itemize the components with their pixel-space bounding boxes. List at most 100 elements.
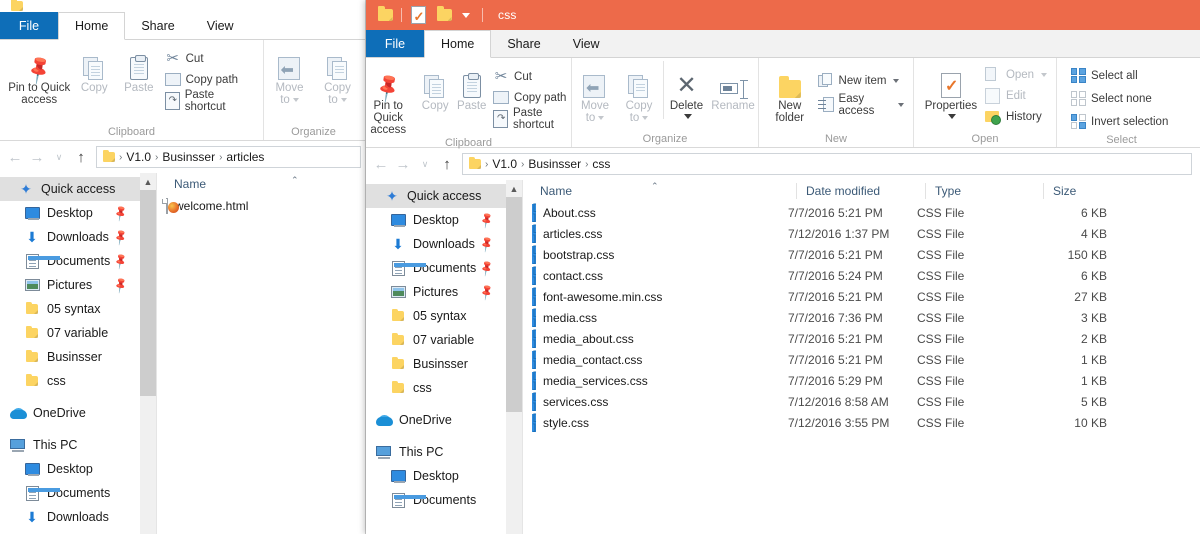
back-sidebar-item-desktop[interactable]: Desktop📌 — [0, 201, 156, 225]
tab-view[interactable]: View — [191, 12, 250, 39]
file-name-cell[interactable]: [ ]media_contact.css — [523, 353, 788, 367]
file-name-cell[interactable]: [ ]media_about.css — [523, 332, 788, 346]
chevron-down-icon[interactable] — [948, 114, 956, 119]
edit-button[interactable]: Edit — [982, 85, 1050, 106]
copy-to-button[interactable]: Copy to — [314, 43, 362, 106]
back-sidebar-item-desktop[interactable]: Desktop — [0, 457, 156, 481]
explorer-window-css[interactable]: ✓ css File Home Share View 📌 — [366, 0, 1200, 534]
back-sidebar-item-businsser[interactable]: Businsser — [0, 345, 156, 369]
front-ribbon[interactable]: 📌 Pin to Quick access Copy — [366, 58, 1200, 148]
scrollbar-thumb[interactable] — [140, 190, 156, 396]
breadcrumb-item-0[interactable]: V1.0 — [126, 150, 151, 164]
file-name-cell[interactable]: [ ]font-awesome.min.css — [523, 290, 788, 304]
back-sidebar-item-css[interactable]: css — [0, 369, 156, 393]
breadcrumb-item-0[interactable]: V1.0 — [492, 157, 517, 171]
chevron-down-icon[interactable] — [1041, 73, 1047, 77]
pin-icon[interactable]: 📌 — [112, 228, 131, 247]
open-button[interactable]: Open — [982, 64, 1050, 85]
tab-share[interactable]: Share — [125, 12, 190, 39]
back-sidebar-item-pictures[interactable]: Pictures📌 — [0, 273, 156, 297]
front-sidebar-item-quick-access[interactable]: ✦Quick access — [366, 184, 522, 208]
front-sidebar-item-css[interactable]: css — [366, 376, 522, 400]
chevron-down-icon[interactable] — [893, 79, 899, 83]
copy-button[interactable]: Copy — [72, 43, 116, 94]
table-row[interactable]: welcome.html — [157, 195, 365, 216]
nav-scrollbar[interactable]: ▲ — [506, 180, 522, 534]
front-quick-access-toolbar[interactable]: ✓ — [374, 4, 488, 26]
back-sidebar-item-downloads[interactable]: ⬇Downloads📌 — [0, 225, 156, 249]
table-row[interactable]: [ ]bootstrap.css7/7/2016 5:21 PMCSS File… — [523, 244, 1200, 265]
tab-home[interactable]: Home — [58, 12, 125, 40]
breadcrumb-item-2[interactable]: articles — [226, 150, 264, 164]
breadcrumb-item-1[interactable]: Businsser — [528, 157, 581, 171]
front-column-headers[interactable]: Name Date modified Type Size ⌃ — [523, 180, 1200, 202]
scroll-up-arrow[interactable]: ▲ — [140, 173, 156, 190]
back-sidebar-item-this-pc[interactable]: This PC — [0, 433, 156, 457]
chevron-down-icon[interactable] — [898, 103, 904, 107]
back-button[interactable]: ← — [370, 153, 392, 175]
breadcrumb-item-1[interactable]: Businsser — [162, 150, 215, 164]
back-ribbon-tabs[interactable]: File Home Share View — [0, 12, 365, 40]
history-button[interactable]: History — [982, 106, 1050, 127]
column-header-date-modified[interactable]: Date modified — [796, 183, 925, 199]
table-row[interactable]: [ ]services.css7/12/2016 8:58 AMCSS File… — [523, 391, 1200, 412]
file-name-cell[interactable]: welcome.html — [157, 199, 337, 213]
front-sidebar-item-desktop[interactable]: Desktop — [366, 464, 522, 488]
paste-button[interactable]: Paste — [116, 43, 162, 94]
pin-icon[interactable]: 📌 — [112, 276, 131, 295]
scroll-up-arrow[interactable]: ▲ — [506, 180, 522, 197]
move-to-button[interactable]: ⬅ Move to — [266, 43, 314, 106]
pin-icon[interactable]: 📌 — [478, 259, 497, 278]
new-folder-button[interactable]: New folder — [765, 61, 815, 124]
front-sidebar-item-pictures[interactable]: Pictures📌 — [366, 280, 522, 304]
breadcrumb-item-2[interactable]: css — [592, 157, 610, 171]
back-sidebar-item-documents[interactable]: Documents📌 — [0, 249, 156, 273]
table-row[interactable]: [ ]About.css7/7/2016 5:21 PMCSS File6 KB — [523, 202, 1200, 223]
back-sidebar-item-quick-access[interactable]: ✦Quick access — [0, 177, 156, 201]
tab-home[interactable]: Home — [424, 30, 491, 58]
cut-button[interactable]: ✂ Cut — [162, 48, 257, 69]
back-nav-list[interactable]: ✦Quick accessDesktop📌⬇Downloads📌Document… — [0, 173, 156, 529]
front-navigation-pane[interactable]: ✦Quick accessDesktop📌⬇Downloads📌Document… — [366, 180, 522, 534]
properties-button[interactable]: ✓ Properties — [920, 61, 982, 119]
up-button[interactable]: ↑ — [70, 146, 92, 168]
file-name-cell[interactable]: [ ]articles.css — [523, 227, 788, 241]
select-none-button[interactable]: Select none — [1067, 87, 1171, 110]
rename-button[interactable]: Rename — [709, 61, 757, 112]
back-sidebar-item-onedrive[interactable]: OneDrive — [0, 401, 156, 425]
properties-icon[interactable]: ✓ — [407, 4, 429, 26]
front-sidebar-item-this-pc[interactable]: This PC — [366, 440, 522, 464]
pin-icon[interactable]: 📌 — [478, 211, 497, 230]
file-name-cell[interactable]: [ ]contact.css — [523, 269, 788, 283]
table-row[interactable]: [ ]media_contact.css7/7/2016 5:21 PMCSS … — [523, 349, 1200, 370]
pin-to-quick-access-button[interactable]: 📌 Pin to Quick access — [6, 43, 72, 106]
pin-icon[interactable]: 📌 — [478, 235, 497, 254]
front-sidebar-item-desktop[interactable]: Desktop📌 — [366, 208, 522, 232]
table-row[interactable]: [ ]font-awesome.min.css7/7/2016 5:21 PMC… — [523, 286, 1200, 307]
column-header-name[interactable]: Name — [531, 183, 796, 199]
file-name-cell[interactable]: [ ]media_services.css — [523, 374, 788, 388]
column-header-size[interactable]: Size — [1043, 183, 1125, 199]
breadcrumb[interactable]: › V1.0 › Businsser › css — [462, 153, 1192, 175]
table-row[interactable]: [ ]media_services.css7/7/2016 5:29 PMCSS… — [523, 370, 1200, 391]
front-ribbon-tabs[interactable]: File Home Share View — [366, 30, 1200, 58]
back-navigation-pane[interactable]: ✦Quick accessDesktop📌⬇Downloads📌Document… — [0, 173, 156, 534]
back-sidebar-item-downloads[interactable]: ⬇Downloads — [0, 505, 156, 529]
table-row[interactable]: [ ]media.css7/7/2016 7:36 PMCSS File3 KB — [523, 307, 1200, 328]
scrollbar-thumb[interactable] — [506, 197, 522, 412]
file-name-cell[interactable]: [ ]media.css — [523, 311, 788, 325]
front-sidebar-item-05-syntax[interactable]: 05 syntax — [366, 304, 522, 328]
file-name-cell[interactable]: [ ]About.css — [523, 206, 788, 220]
table-row[interactable]: [ ]contact.css7/7/2016 5:24 PMCSS File6 … — [523, 265, 1200, 286]
paste-shortcut-button[interactable]: ↷ Paste shortcut — [490, 108, 577, 129]
easy-access-button[interactable]: Easy access — [815, 93, 907, 117]
front-file-rows[interactable]: [ ]About.css7/7/2016 5:21 PMCSS File6 KB… — [523, 202, 1200, 433]
front-nav-list[interactable]: ✦Quick accessDesktop📌⬇Downloads📌Document… — [366, 180, 522, 512]
folder-icon[interactable] — [374, 4, 396, 26]
front-sidebar-item-onedrive[interactable]: OneDrive — [366, 408, 522, 432]
cut-button[interactable]: ✂ Cut — [490, 66, 577, 87]
column-header-type[interactable]: Type — [925, 183, 1043, 199]
invert-selection-button[interactable]: Invert selection — [1067, 110, 1171, 133]
back-button[interactable]: ← — [4, 146, 26, 168]
delete-button[interactable]: ✕ Delete — [663, 61, 709, 119]
